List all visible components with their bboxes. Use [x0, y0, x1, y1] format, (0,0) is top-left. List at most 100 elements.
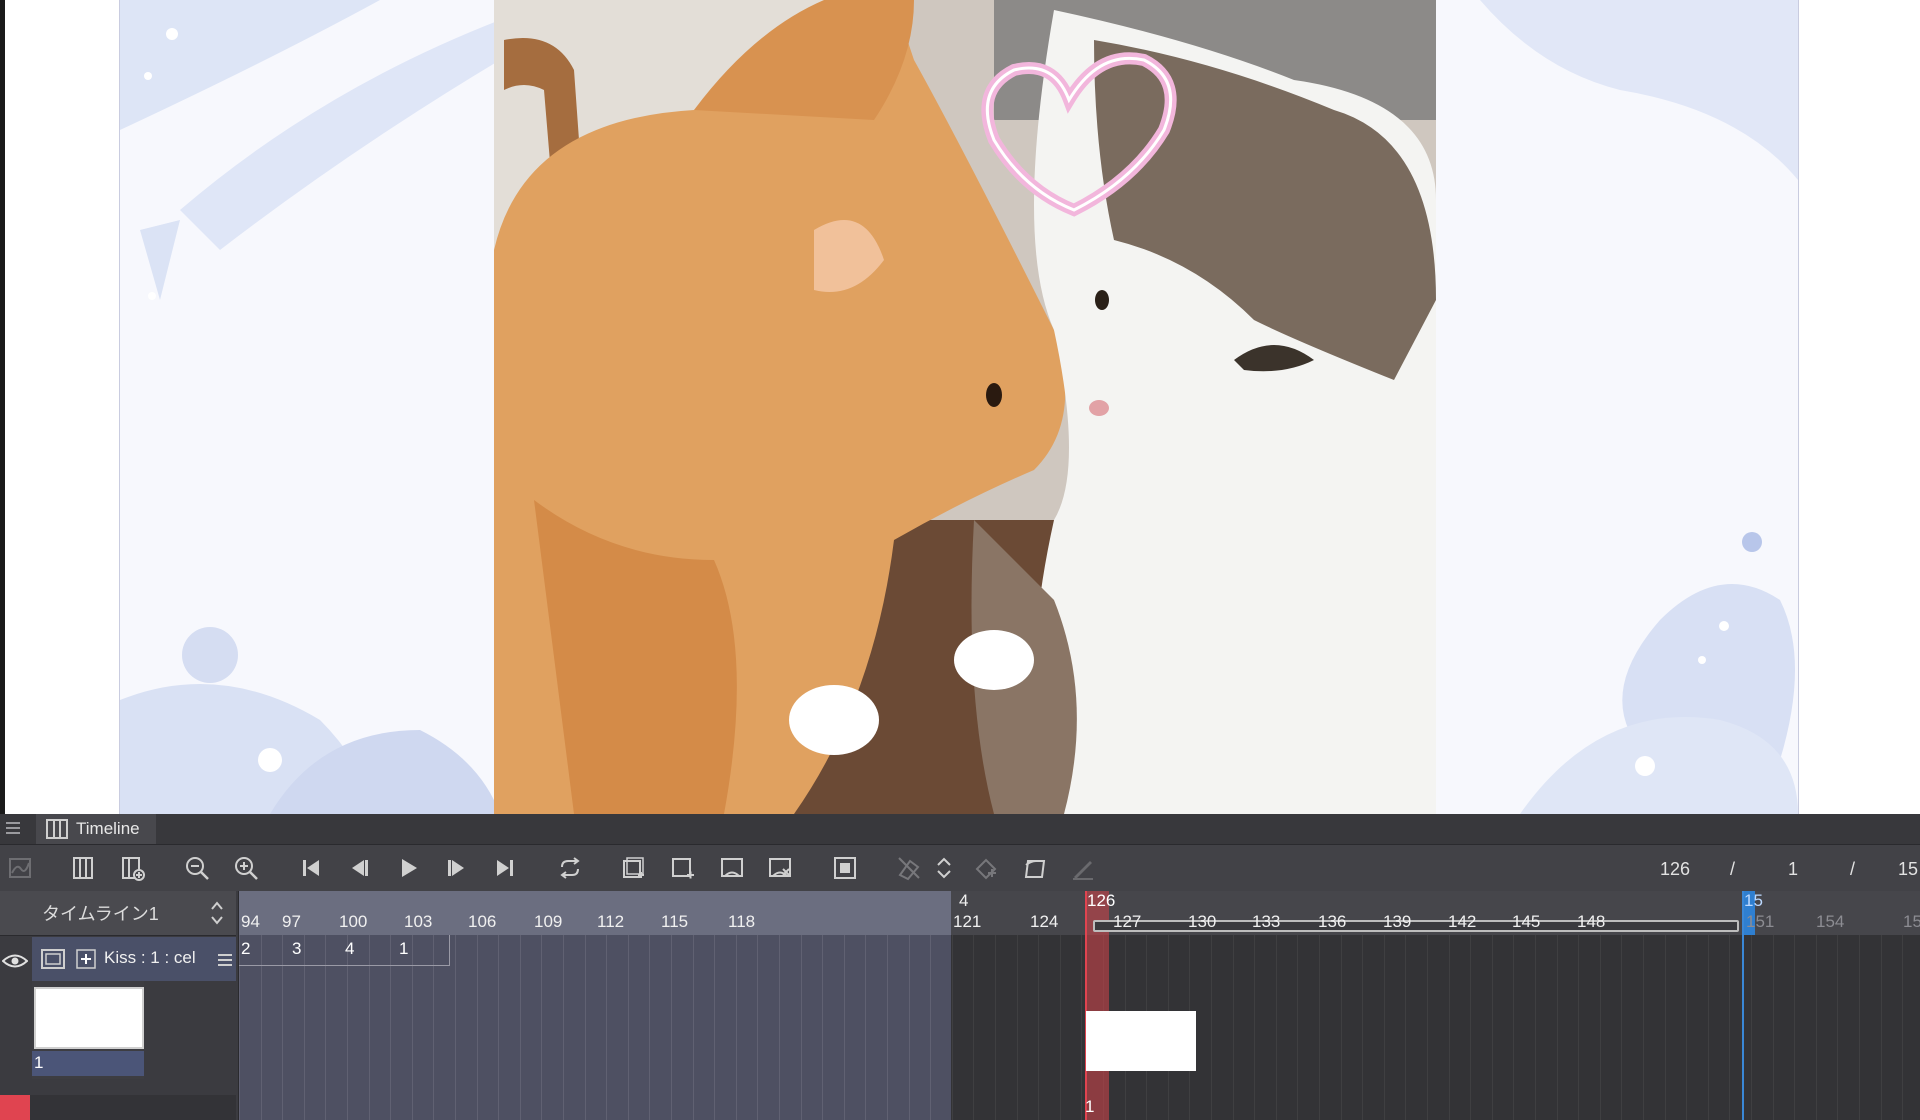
scene-field[interactable]: 1	[1788, 859, 1798, 880]
ruler-tick-label: 100	[339, 912, 368, 931]
frame-gridline	[606, 935, 607, 1120]
timeline-stepper-icon[interactable]	[210, 897, 224, 929]
frame-gridline	[1816, 935, 1817, 1120]
ruler-tick-label: 94	[241, 912, 260, 931]
ruler-tick-label: 127	[1113, 912, 1142, 931]
layer-folder-icon	[41, 949, 65, 969]
frame-gridline	[1081, 935, 1082, 1120]
frame-gridline	[1837, 935, 1838, 1120]
timeline-name: タイムライン1	[42, 904, 159, 924]
ruler-tick-label: 103	[404, 912, 433, 931]
frame-gridline	[1535, 935, 1536, 1120]
frame-gridline	[714, 935, 715, 1120]
timeline-settings-icon[interactable]	[117, 853, 147, 883]
timeline-panel: Timeline 126 / 1 / 15 タイムライン1 Kiss: 1:…	[0, 814, 1920, 1120]
frame-gridline	[1060, 935, 1061, 1120]
add-keyframe-icon[interactable]	[972, 853, 1002, 883]
new-animation-folder-icon[interactable]	[619, 853, 649, 883]
frame-gridline	[995, 935, 996, 1120]
frame-gridline	[520, 935, 521, 1120]
frame-gridline	[887, 935, 888, 1120]
go-to-last-frame-icon[interactable]	[490, 853, 520, 883]
play-icon[interactable]	[393, 853, 423, 883]
frame-gridline	[1686, 935, 1687, 1120]
previous-frame-icon[interactable]	[344, 853, 374, 883]
frame-gridline	[671, 935, 672, 1120]
next-frame-icon[interactable]	[442, 853, 472, 883]
cel-number: 1	[1085, 1097, 1095, 1116]
frame-gridline	[844, 935, 845, 1120]
frame-gridline	[1729, 935, 1730, 1120]
frame-gridline	[736, 935, 737, 1120]
frame-gridline	[801, 935, 802, 1120]
ruler-tick-label: 118	[728, 912, 756, 931]
go-to-first-frame-icon[interactable]	[296, 853, 326, 883]
ruler-tick-label: 133	[1252, 912, 1281, 931]
track-header: タイムライン1 Kiss : 1 : cel 1	[0, 891, 239, 1120]
frame-gridline	[1643, 935, 1644, 1120]
frame-gridline	[757, 935, 758, 1120]
zoom-out-icon[interactable]	[182, 853, 212, 883]
cel-thumbnail	[34, 987, 144, 1049]
layer-row[interactable]: Kiss : 1 : cel	[32, 937, 236, 981]
ruler-tick-label: 112	[597, 912, 625, 931]
frame-gridline	[779, 935, 780, 1120]
prev-cel-label: 1	[399, 939, 409, 958]
ruler-tick-label: 106	[468, 912, 497, 931]
ruler-tick-label: 154	[1816, 912, 1845, 931]
timeline-selector[interactable]: タイムライン1	[0, 891, 236, 936]
frame-gridline	[649, 935, 650, 1120]
frame-gridline	[563, 935, 564, 1120]
layer-menu-icon[interactable]	[218, 953, 232, 967]
current-frame-field[interactable]: 126	[1660, 859, 1690, 880]
prev-cel-label: 4	[345, 939, 355, 958]
cats-photo	[494, 0, 1436, 814]
delete-specified-cels-icon[interactable]	[765, 853, 795, 883]
ruler-tick-label: 136	[1318, 912, 1347, 931]
artboard[interactable]	[119, 0, 1799, 814]
frame-gridline	[1405, 935, 1406, 1120]
camera-work-icon[interactable]	[1020, 853, 1050, 883]
layer-color-marker	[0, 1095, 30, 1120]
new-timeline-icon[interactable]	[68, 853, 98, 883]
new-animation-cel-icon[interactable]	[668, 853, 698, 883]
left-gutter	[0, 0, 5, 814]
next-layer-row[interactable]	[0, 1095, 236, 1120]
frame-gridline	[1276, 935, 1277, 1120]
graph-icon[interactable]	[5, 853, 35, 883]
frame-gridline	[628, 935, 629, 1120]
enable-keyframes-icon[interactable]	[894, 853, 924, 883]
frame-gridline	[1794, 935, 1795, 1120]
playhead[interactable]	[1085, 891, 1087, 1120]
panel-menu-icon[interactable]	[6, 822, 20, 834]
zoom-in-icon[interactable]	[231, 853, 261, 883]
cel-block[interactable]	[1086, 1011, 1196, 1071]
loop-icon[interactable]	[555, 853, 585, 883]
ruler-tick-label: 142	[1448, 912, 1477, 931]
frame-gridline	[1319, 935, 1320, 1120]
expand-plus-icon[interactable]	[76, 949, 96, 969]
frame-gridline	[1773, 935, 1774, 1120]
ruler-tick-label: 130	[1188, 912, 1217, 931]
keyframe-stepper-icon[interactable]	[933, 853, 955, 883]
frame-gridline	[498, 935, 499, 1120]
frame-gridline	[865, 935, 866, 1120]
frame-gridline	[585, 935, 586, 1120]
pencil-icon[interactable]	[1068, 853, 1098, 883]
tab-timeline[interactable]: Timeline	[36, 814, 156, 844]
ruler-tick-label: 157	[1903, 912, 1920, 931]
frame-grid[interactable]: 2 3 4 1 4 126 15 1 94 97 100 103 106 109 112 11…	[239, 891, 1920, 1120]
frame-gridline	[822, 935, 823, 1120]
end-frame-field[interactable]: 15	[1898, 859, 1918, 880]
eye-icon[interactable]	[2, 953, 28, 969]
frame-gridline	[909, 935, 910, 1120]
canvas-area[interactable]	[0, 0, 1920, 814]
onion-skin-icon[interactable]	[830, 853, 860, 883]
frame-gridline	[973, 935, 974, 1120]
previous-cel-strip: 2 3 4 1	[239, 935, 450, 966]
frame-gridline	[1751, 935, 1752, 1120]
specify-cels-icon[interactable]	[717, 853, 747, 883]
cel-thumbnail-cell[interactable]: 1	[32, 981, 144, 1079]
ruler-tick-label: 109	[534, 912, 563, 931]
frame-gridline	[1665, 935, 1666, 1120]
